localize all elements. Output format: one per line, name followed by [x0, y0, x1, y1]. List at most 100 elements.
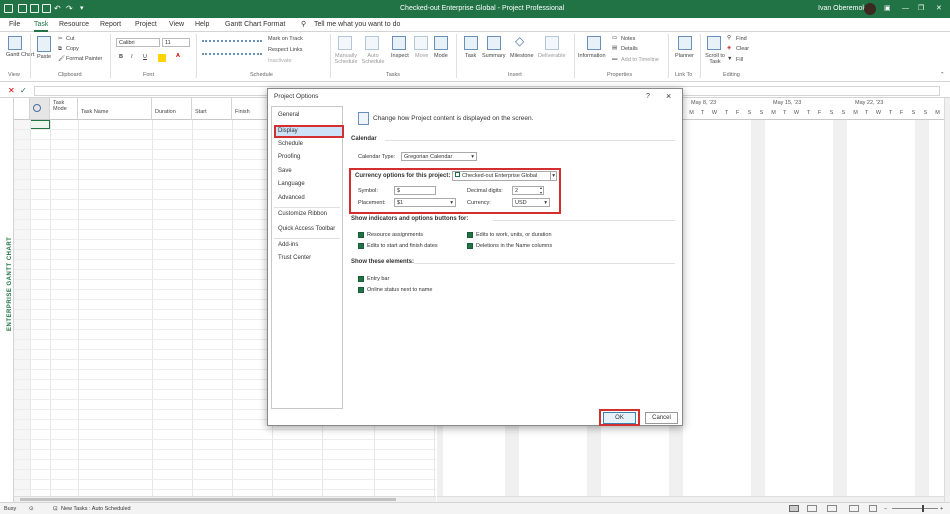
- deletions-checkbox[interactable]: [467, 243, 473, 249]
- indent-link-icons[interactable]: [202, 53, 262, 61]
- spin-arrows-icon[interactable]: ▴ ▾: [540, 185, 542, 195]
- close-icon[interactable]: ✕: [936, 0, 942, 18]
- cut-icon[interactable]: ✂: [58, 36, 63, 42]
- selected-cell[interactable]: [30, 120, 50, 129]
- clear-button[interactable]: Clear: [736, 46, 749, 52]
- task-mode-header[interactable]: Task Mode: [50, 98, 78, 120]
- inactivate-button[interactable]: Inactivate: [268, 58, 292, 64]
- cancel-entry-icon[interactable]: ✕: [8, 86, 15, 95]
- highlight-icon[interactable]: [158, 54, 166, 62]
- task-name-header[interactable]: Task Name: [78, 98, 152, 120]
- tab-resource[interactable]: Resource: [59, 18, 89, 32]
- restore-icon[interactable]: ❐: [918, 0, 924, 18]
- placement-select[interactable]: $1 ▾: [394, 198, 456, 207]
- macro-icon[interactable]: ⊙: [29, 503, 34, 514]
- mode-button[interactable]: Mode: [434, 53, 448, 59]
- edits-work-checkbox[interactable]: [467, 232, 473, 238]
- notes-icon[interactable]: ▭: [612, 35, 617, 41]
- currency-code-select[interactable]: USD ▾: [512, 198, 550, 207]
- summary-icon[interactable]: [487, 36, 501, 50]
- symbol-input[interactable]: $: [394, 186, 436, 195]
- task-usage-icon[interactable]: [807, 505, 817, 512]
- user-name[interactable]: Ivan Oberemok: [818, 0, 866, 18]
- new-tasks-mode[interactable]: New Tasks : Auto Scheduled: [61, 503, 131, 514]
- nav-general[interactable]: General: [278, 112, 299, 118]
- currency-project-select[interactable]: Checked-out Enterprise Global ▾: [452, 171, 557, 181]
- grid-icon[interactable]: [42, 4, 51, 13]
- scroll-thumb[interactable]: [20, 498, 396, 501]
- font-size-combo[interactable]: 11: [162, 38, 190, 47]
- tab-help[interactable]: Help: [195, 18, 209, 32]
- deliverable-icon[interactable]: [545, 36, 559, 50]
- team-planner-icon[interactable]: [827, 505, 837, 512]
- add-timeline-button[interactable]: Add to Timeline: [621, 57, 659, 63]
- nav-display[interactable]: Display: [278, 128, 298, 134]
- tab-task[interactable]: Task: [34, 18, 49, 32]
- nav-proofing[interactable]: Proofing: [278, 154, 300, 160]
- information-button[interactable]: Information: [578, 53, 606, 59]
- tab-report[interactable]: Report: [100, 18, 121, 32]
- task-button[interactable]: Task: [465, 53, 476, 59]
- inspect-button[interactable]: Inspect: [391, 53, 409, 59]
- notes-button[interactable]: Notes: [621, 36, 635, 42]
- details-button[interactable]: Details: [621, 46, 638, 52]
- gantt-view-icon[interactable]: [789, 505, 799, 512]
- mode-icon[interactable]: [434, 36, 448, 50]
- zoom-thumb[interactable]: [922, 505, 924, 512]
- font-name-combo[interactable]: Calibri: [116, 38, 160, 47]
- milestone-button[interactable]: Milestone: [510, 53, 534, 59]
- zoom-slider[interactable]: [892, 508, 938, 509]
- move-icon[interactable]: [414, 36, 428, 50]
- format-painter-button[interactable]: Format Painter: [66, 56, 102, 62]
- edits-dates-checkbox[interactable]: [358, 243, 364, 249]
- tab-file[interactable]: File: [9, 18, 20, 32]
- respect-links-button[interactable]: Respect Links: [268, 47, 303, 53]
- collapse-ribbon-icon[interactable]: ⌃: [940, 72, 945, 78]
- nav-save[interactable]: Save: [278, 168, 292, 174]
- add-timeline-icon[interactable]: ▬: [612, 56, 618, 62]
- customize-qat-icon[interactable]: ▾: [80, 0, 84, 18]
- inspect-icon[interactable]: [392, 36, 406, 50]
- nav-customize-ribbon[interactable]: Customize Ribbon: [278, 211, 327, 217]
- italic-button[interactable]: I: [131, 54, 133, 60]
- underline-button[interactable]: U: [143, 54, 147, 60]
- cut-button[interactable]: Cut: [66, 36, 75, 42]
- auto-schedule-button[interactable]: Auto Schedule: [360, 53, 386, 65]
- ribbon-display-icon[interactable]: ▣: [884, 0, 891, 18]
- decimal-digits-stepper[interactable]: 2 ▴ ▾: [512, 185, 544, 195]
- gantt-chart-button[interactable]: Gantt Chart: [6, 52, 34, 58]
- scroll-to-task-icon[interactable]: [707, 36, 721, 50]
- copy-icon[interactable]: ⧉: [58, 46, 62, 53]
- undo-icon[interactable]: ↶: [54, 0, 61, 18]
- tab-project[interactable]: Project: [135, 18, 157, 32]
- nav-advanced[interactable]: Advanced: [278, 195, 305, 201]
- auto-schedule-icon[interactable]: [365, 36, 379, 50]
- nav-trust-center[interactable]: Trust Center: [278, 255, 311, 261]
- indicators-header[interactable]: [30, 98, 50, 120]
- information-icon[interactable]: [587, 36, 601, 50]
- summary-button[interactable]: Summary: [482, 53, 506, 59]
- dialog-close-button[interactable]: ×: [666, 91, 671, 101]
- details-icon[interactable]: ▤: [612, 45, 617, 51]
- confirm-entry-icon[interactable]: ✓: [20, 86, 27, 95]
- duration-header[interactable]: Duration: [152, 98, 192, 120]
- paste-icon[interactable]: [37, 36, 51, 52]
- milestone-icon[interactable]: ◇: [515, 34, 524, 48]
- calendar-type-select[interactable]: Gregorian Calendar ▾: [401, 152, 477, 161]
- entry-bar-checkbox[interactable]: [358, 276, 364, 282]
- move-button[interactable]: Move: [415, 53, 428, 59]
- open-icon[interactable]: [30, 4, 39, 13]
- resource-sheet-icon[interactable]: [849, 505, 859, 512]
- tab-view[interactable]: View: [169, 18, 184, 32]
- save-icon[interactable]: [18, 4, 27, 13]
- manually-schedule-button[interactable]: Manually Schedule: [333, 53, 359, 65]
- fill-icon[interactable]: ▼: [727, 56, 732, 62]
- font-color-icon[interactable]: A: [176, 53, 180, 59]
- resource-assignments-checkbox[interactable]: [358, 232, 364, 238]
- new-tasks-icon[interactable]: ⊡: [53, 503, 58, 514]
- paste-button[interactable]: Paste: [37, 54, 51, 60]
- deliverable-button[interactable]: Deliverable: [538, 53, 566, 59]
- zoom-in-icon[interactable]: +: [940, 503, 943, 514]
- tell-me-input[interactable]: Tell me what you want to do: [314, 18, 400, 32]
- finish-header[interactable]: Finish: [232, 98, 272, 120]
